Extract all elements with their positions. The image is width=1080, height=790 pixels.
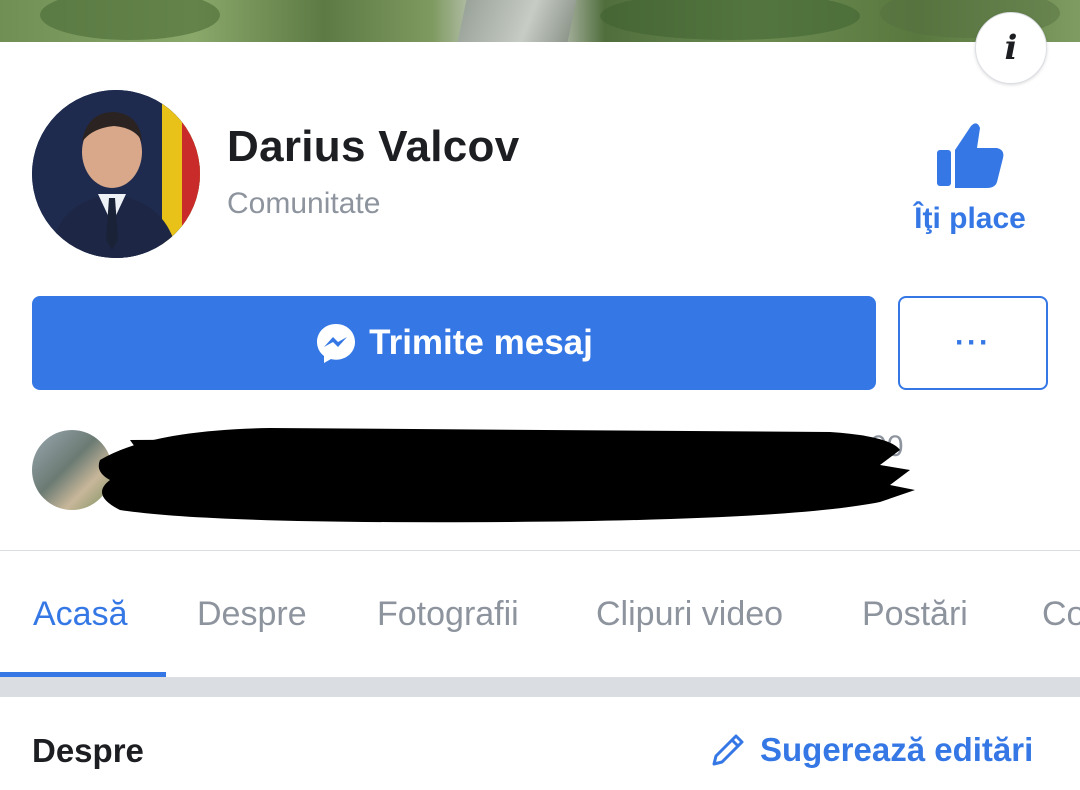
tab-home[interactable]: Acasă	[33, 595, 128, 634]
more-options-button[interactable]: ···	[898, 296, 1048, 390]
avatar-photo	[32, 90, 200, 258]
redaction-scribble	[98, 428, 915, 523]
like-button[interactable]: Îţi place	[900, 120, 1040, 250]
cover-road	[457, 0, 577, 42]
suggest-edits-label: Sugerează editări	[760, 731, 1034, 768]
info-icon: i	[1004, 28, 1018, 68]
thumbs-up-icon	[937, 123, 1004, 188]
section-separator	[0, 677, 1080, 697]
like-label: Îţi place	[914, 202, 1026, 235]
about-section-title: Despre	[32, 732, 144, 769]
page-title: Darius Valcov	[227, 122, 520, 171]
cover-photo[interactable]	[0, 0, 1080, 42]
tab-about[interactable]: Despre	[197, 595, 307, 634]
friends-like-row[interactable]: ... 000	[30, 410, 915, 530]
pencil-icon	[712, 734, 744, 766]
tab-videos[interactable]: Clipuri video	[596, 595, 783, 634]
page-tabs: Acasă Despre Fotografii Clipuri video Po…	[0, 551, 1080, 677]
profile-avatar[interactable]	[32, 90, 200, 258]
suggest-edits-link[interactable]: Sugerează editări	[708, 730, 1033, 770]
tab-posts[interactable]: Postări	[862, 595, 968, 634]
send-message-label: Trimite mesaj	[369, 323, 593, 362]
tab-community[interactable]: Co	[1042, 595, 1080, 634]
send-message-button[interactable]: Trimite mesaj	[32, 296, 876, 390]
messenger-icon	[317, 324, 356, 363]
cover-tree	[40, 0, 220, 40]
page-category: Comunitate	[227, 187, 381, 220]
more-options-label: ···	[955, 326, 991, 359]
info-button[interactable]: i	[975, 12, 1047, 84]
cover-tree	[600, 0, 860, 40]
tab-photos[interactable]: Fotografii	[377, 595, 519, 634]
